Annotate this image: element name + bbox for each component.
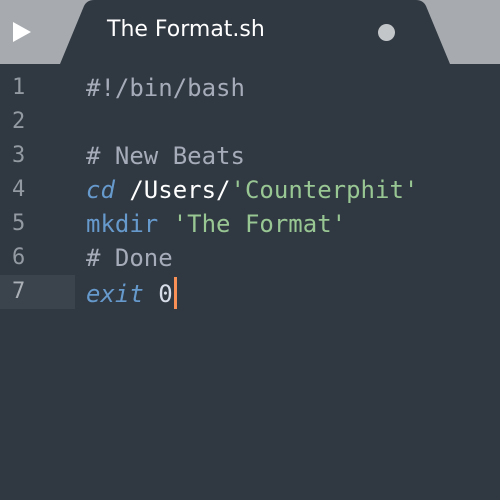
code-text[interactable]: mkdir 'The Format' [86, 211, 346, 237]
token-string: 'Counterphit' [230, 176, 419, 204]
code-line[interactable]: 3 # New Beats [0, 139, 500, 173]
tab-title: The Format.sh [107, 17, 265, 42]
token-comment: # New Beats [86, 142, 245, 170]
line-number: 4 [12, 177, 26, 202]
code-text[interactable]: #!/bin/bash [86, 75, 245, 101]
code-text[interactable]: cd /Users/'Counterphit' [86, 177, 418, 203]
code-line[interactable]: 6 # Done [0, 241, 500, 275]
gutter-cell: 7 [0, 275, 75, 309]
code-text[interactable]: # Done [86, 245, 173, 271]
text-cursor [173, 277, 177, 309]
line-number: 5 [12, 211, 26, 236]
token-string: 'The Format' [172, 210, 347, 238]
line-number: 1 [12, 75, 26, 100]
token-plain: 0 [143, 280, 173, 308]
code-line[interactable]: 5 mkdir 'The Format' [0, 207, 500, 241]
token-command: mkdir [86, 210, 159, 238]
gutter-cell: 2 [0, 105, 75, 139]
token-builtin: exit [86, 280, 144, 308]
gutter-cell: 4 [0, 173, 75, 207]
tab-bar: The Format.sh [0, 0, 500, 64]
gutter-cell: 3 [0, 139, 75, 173]
gutter-cell: 6 [0, 241, 75, 275]
token-comment: #!/bin/bash [86, 74, 245, 102]
gutter-cell: 5 [0, 207, 75, 241]
token-builtin: cd [86, 176, 115, 204]
code-line[interactable]: 4 cd /Users/'Counterphit' [0, 173, 500, 207]
line-number: 7 [12, 279, 26, 304]
token-path: /Users/ [129, 176, 231, 204]
line-number: 3 [12, 143, 26, 168]
code-line[interactable]: 7 exit 0 [0, 275, 500, 309]
token-comment: # Done [86, 244, 173, 272]
tab-the-format-sh[interactable]: The Format.sh [60, 0, 450, 64]
unsaved-dot-icon[interactable] [378, 24, 395, 41]
code-text[interactable]: # New Beats [86, 143, 245, 169]
code-line[interactable]: 1 #!/bin/bash [0, 71, 500, 105]
code-text[interactable]: exit 0 [86, 277, 177, 311]
code-editor[interactable]: 1 #!/bin/bash 2 3 # New Beats 4 cd /Users/'Cou… [0, 64, 500, 500]
gutter-cell: 1 [0, 71, 75, 105]
editor-window: The Format.sh 1 #!/bin/bash 2 3 # New Beats 4… [0, 0, 500, 500]
code-line[interactable]: 2 [0, 105, 500, 139]
play-triangle-icon [13, 22, 31, 42]
line-number: 2 [12, 109, 26, 134]
line-number: 6 [12, 245, 26, 270]
sidebar-toggle-button[interactable] [0, 0, 44, 64]
